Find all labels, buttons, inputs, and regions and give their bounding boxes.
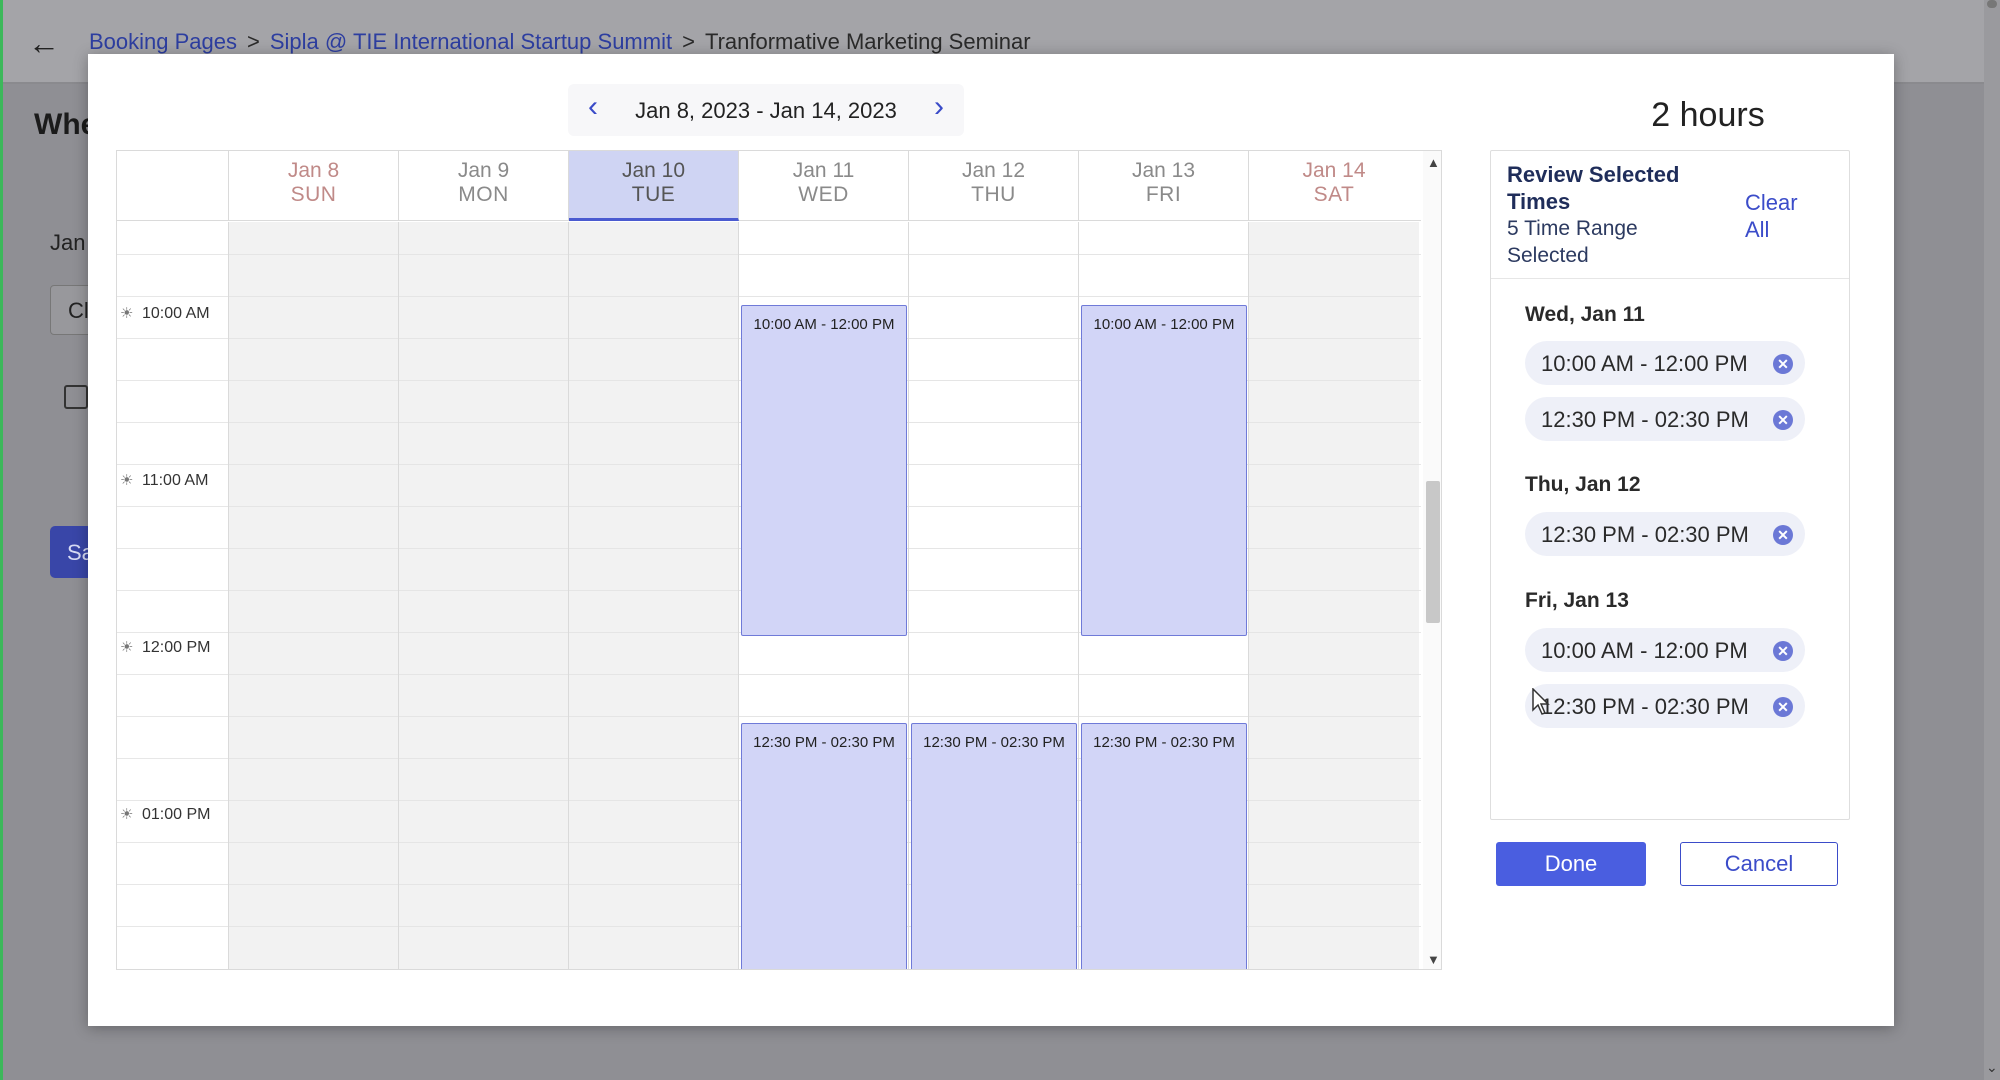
page-scrollbar-thumb[interactable] — [1987, 0, 1997, 8]
day-header-date: Jan 14 — [1302, 159, 1366, 182]
day-header-weekday: SUN — [290, 183, 337, 206]
remove-icon[interactable]: ✕ — [1773, 697, 1793, 717]
page-scrollbar[interactable]: ⌄ — [1984, 0, 2000, 1080]
day-column-sat[interactable] — [1249, 222, 1419, 969]
breadcrumb: Booking Pages > Sipla @ TIE International … — [89, 29, 1031, 55]
remove-icon[interactable]: ✕ — [1773, 354, 1793, 374]
day-column-sun[interactable] — [229, 222, 399, 969]
review-selected-times-panel: Review Selected Times 5 Time Range Selec… — [1490, 150, 1850, 820]
breadcrumb-separator: > — [247, 29, 260, 54]
time-range-chip-label: 12:30 PM - 02:30 PM — [1541, 407, 1749, 432]
review-header: Review Selected Times 5 Time Range Selec… — [1491, 151, 1849, 279]
remove-icon[interactable]: ✕ — [1773, 641, 1793, 661]
scroll-up-icon[interactable]: ▲ — [1427, 155, 1440, 170]
date-group-title: Wed, Jan 11 — [1525, 303, 1645, 326]
day-header-tue-today: Jan 10 TUE — [569, 151, 739, 221]
day-header-date: Jan 9 — [457, 159, 510, 182]
day-header-weekday: FRI — [1145, 183, 1182, 206]
day-header-date: Jan 13 — [1131, 159, 1196, 182]
time-slot-block[interactable]: 12:30 PM - 02:30 PM — [741, 723, 907, 969]
time-slot-block[interactable]: 10:00 AM - 12:00 PM — [1081, 305, 1247, 636]
chevron-right-icon[interactable]: › — [924, 92, 954, 126]
cancel-button[interactable]: Cancel — [1680, 842, 1838, 886]
time-label: ☀ 11:00 AM — [120, 471, 228, 490]
day-header-fri: Jan 13 FRI — [1079, 151, 1249, 221]
time-range-chip-label: 10:00 AM - 12:00 PM — [1541, 351, 1748, 376]
day-header-mon: Jan 9 MON — [399, 151, 569, 221]
time-range-chip-label: 12:30 PM - 02:30 PM — [1541, 522, 1749, 547]
time-range-chip-label: 12:30 PM - 02:30 PM — [1541, 694, 1749, 719]
time-range-chip: 10:00 AM - 12:00 PM ✕ — [1525, 628, 1805, 672]
calendar-header-row: Jan 8 SUN Jan 9 MON Jan 10 TUE Jan 11 WE… — [117, 151, 1421, 221]
breadcrumb-separator: > — [682, 29, 695, 54]
date-label: Jan — [50, 230, 86, 255]
time-slot-block[interactable]: 12:30 PM - 02:30 PM — [911, 723, 1077, 969]
day-header-weekday: SAT — [1313, 183, 1355, 206]
time-slot-block[interactable]: 10:00 AM - 12:00 PM — [741, 305, 907, 636]
date-group-title: Thu, Jan 12 — [1525, 473, 1641, 496]
sun-icon: ☀ — [120, 806, 134, 823]
day-header-date: Jan 12 — [961, 159, 1026, 182]
day-header-weekday: WED — [798, 183, 849, 206]
breadcrumb-link-booking-pages[interactable]: Booking Pages — [89, 29, 237, 54]
breadcrumb-link-event[interactable]: Sipla @ TIE International Startup Summit — [270, 29, 672, 54]
review-title: Review Selected Times — [1507, 162, 1680, 214]
time-label-text: 11:00 AM — [142, 472, 209, 489]
time-slot-block[interactable]: 12:30 PM - 02:30 PM — [1081, 723, 1247, 969]
calendar-body: ☀ 10:00 AM ☀ 11:00 AM ☀ 12:00 PM ☀ 01:00 PM … — [117, 222, 1421, 969]
week-calendar: Jan 8 SUN Jan 9 MON Jan 10 TUE Jan 11 WE… — [116, 150, 1442, 970]
scroll-down-icon[interactable]: ⌄ — [1986, 1059, 1998, 1076]
header-gutter — [117, 151, 229, 221]
remove-icon[interactable]: ✕ — [1773, 525, 1793, 545]
day-header-thu: Jan 12 THU — [909, 151, 1079, 221]
breadcrumb-current: Tranformative Marketing Seminar — [704, 29, 1031, 54]
scroll-down-icon[interactable]: ▼ — [1427, 952, 1440, 967]
remove-icon[interactable]: ✕ — [1773, 410, 1793, 430]
time-range-chip: 12:30 PM - 02:30 PM ✕ — [1525, 397, 1805, 441]
sun-icon: ☀ — [120, 639, 134, 656]
done-button[interactable]: Done — [1496, 842, 1646, 886]
time-selection-modal: ‹ Jan 8, 2023 - Jan 14, 2023 › Jan 8 SUN… — [88, 54, 1894, 1026]
calendar-scrollbar[interactable]: ▲ ▼ — [1423, 151, 1441, 969]
time-label: ☀ 12:00 PM — [120, 638, 228, 657]
clear-all-button[interactable]: Clear All — [1745, 189, 1825, 243]
sun-icon: ☀ — [120, 305, 134, 322]
time-label-text: 12:00 PM — [142, 639, 211, 656]
day-header-weekday: THU — [971, 183, 1016, 206]
day-header-sun: Jan 8 SUN — [229, 151, 399, 221]
time-label-text: 01:00 PM — [142, 806, 211, 823]
time-label-text: 10:00 AM — [142, 305, 210, 322]
day-column-tue[interactable] — [569, 222, 739, 969]
back-arrow-icon[interactable]: ← — [28, 26, 62, 60]
sun-icon: ☀ — [120, 472, 134, 489]
time-label: ☀ 01:00 PM — [120, 805, 228, 824]
day-header-sat: Jan 14 SAT — [1249, 151, 1419, 221]
window-edge — [0, 0, 3, 1080]
time-range-chip: 10:00 AM - 12:00 PM ✕ — [1525, 341, 1805, 385]
background-checkbox[interactable] — [64, 385, 88, 409]
time-gutter: ☀ 10:00 AM ☀ 11:00 AM ☀ 12:00 PM ☀ 01:00 PM — [117, 222, 229, 969]
day-header-wed: Jan 11 WED — [739, 151, 909, 221]
time-range-chip: 12:30 PM - 02:30 PM ✕ — [1525, 684, 1805, 728]
time-range-chip: 12:30 PM - 02:30 PM ✕ — [1525, 512, 1805, 556]
date-group-title: Fri, Jan 13 — [1525, 589, 1629, 612]
day-header-weekday: TUE — [631, 183, 676, 206]
day-header-date: Jan 8 — [287, 159, 340, 182]
day-header-date: Jan 10 — [621, 159, 686, 182]
day-header-weekday: MON — [458, 183, 509, 206]
duration-label: 2 hours — [1651, 96, 1765, 134]
time-range-chip-label: 10:00 AM - 12:00 PM — [1541, 638, 1748, 663]
day-header-date: Jan 11 — [792, 159, 855, 182]
time-label: ☀ 10:00 AM — [120, 304, 228, 323]
calendar-scrollbar-thumb[interactable] — [1426, 481, 1440, 623]
week-navigator: ‹ Jan 8, 2023 - Jan 14, 2023 › — [568, 84, 964, 136]
selection-count: 5 Time Range Selected — [1507, 217, 1638, 267]
week-range-label: Jan 8, 2023 - Jan 14, 2023 — [635, 98, 897, 123]
day-column-mon[interactable] — [399, 222, 569, 969]
